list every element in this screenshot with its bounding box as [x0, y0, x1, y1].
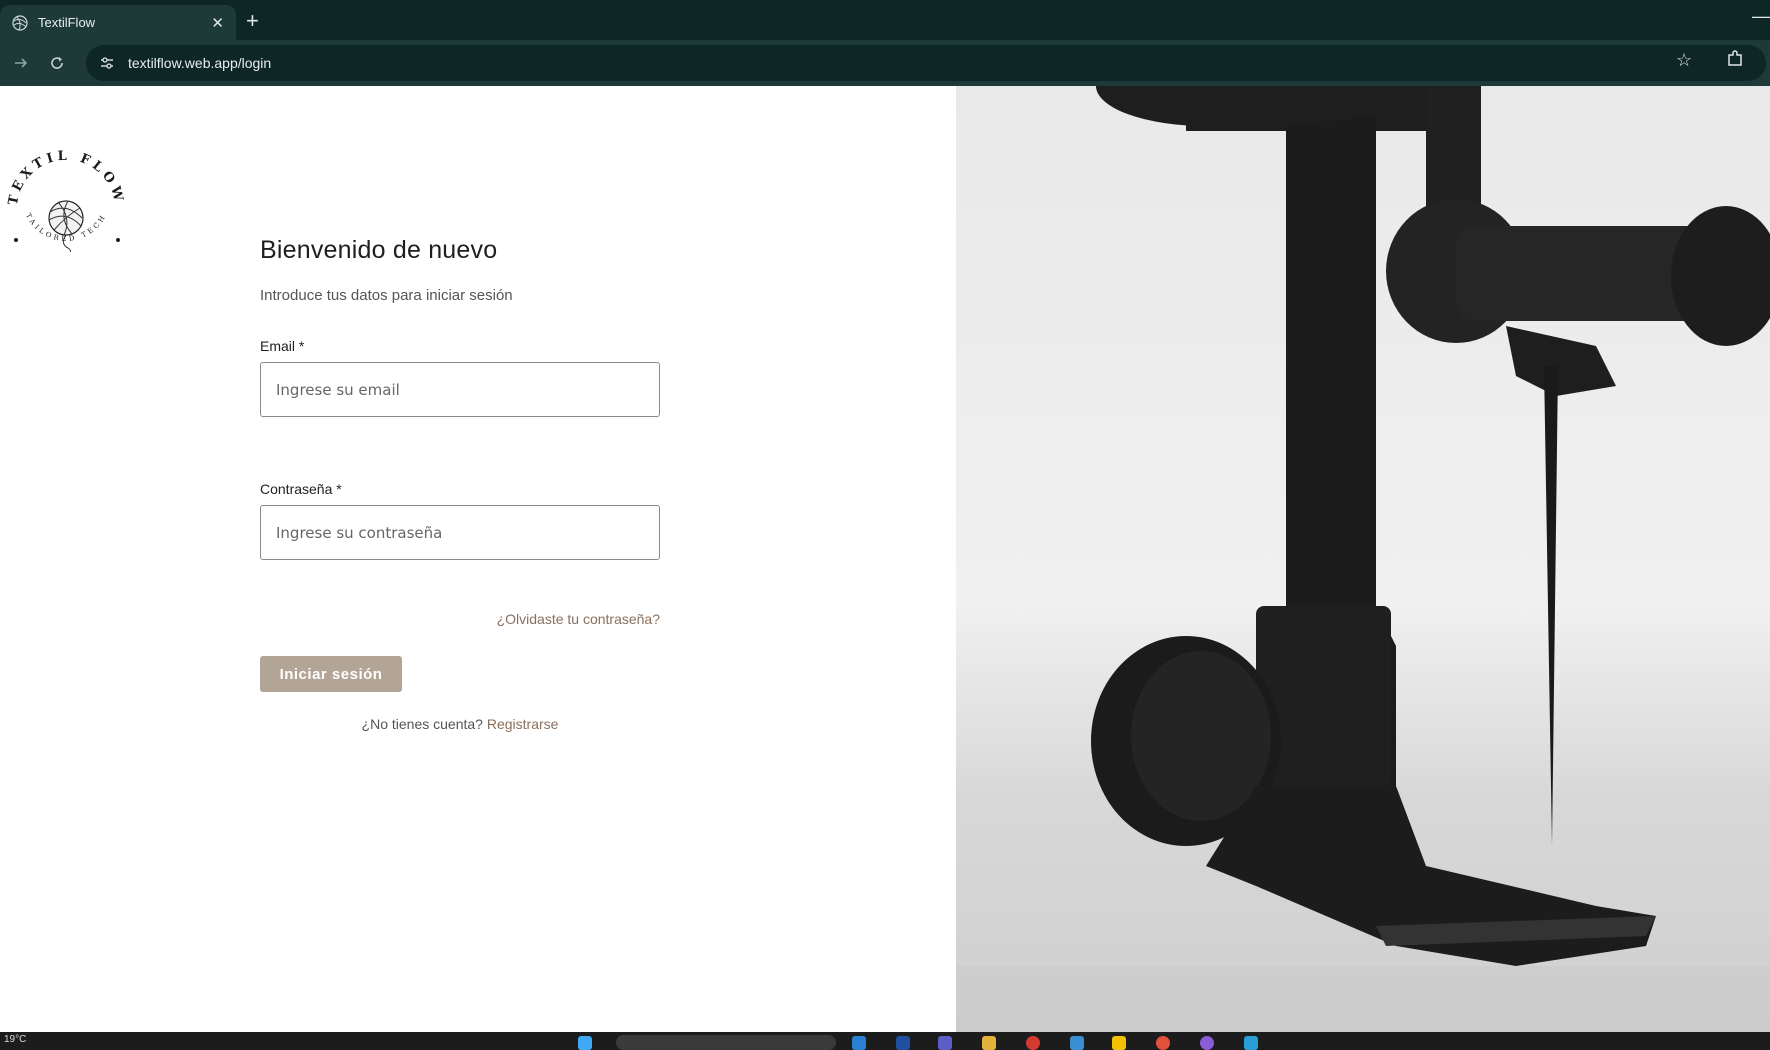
folder-icon[interactable] [982, 1036, 996, 1050]
login-button[interactable]: Iniciar sesión [260, 656, 402, 692]
yarn-ball-favicon-icon [12, 14, 28, 31]
forgot-password-link[interactable]: ¿Olvidaste tu contraseña? [260, 611, 660, 627]
browser-taskbar-icon[interactable] [1156, 1036, 1170, 1050]
tab-title: TextilFlow [38, 15, 96, 30]
taskbar-app-icon[interactable] [896, 1036, 910, 1050]
browser-tab-bar: TextilFlow ✕ + — [0, 0, 1770, 40]
register-prompt: ¿No tienes cuenta? Registrarse [260, 716, 660, 732]
windows-start-icon[interactable] [578, 1036, 592, 1050]
taskbar-app-icon[interactable] [1026, 1036, 1040, 1050]
yarn-ball-icon [48, 200, 84, 257]
taskbar-search[interactable] [616, 1035, 836, 1050]
reload-icon[interactable] [44, 50, 70, 76]
password-input[interactable] [260, 505, 660, 560]
login-page: TEXTIL FLOW TAILORED TECH Bienvenido de … [0, 86, 1770, 1032]
taskbar-app-icon[interactable] [1244, 1036, 1258, 1050]
password-label: Contraseña * [260, 481, 342, 497]
logo-top-text: TEXTIL FLOW [6, 149, 123, 207]
textil-flow-logo: TEXTIL FLOW TAILORED TECH [2, 126, 128, 257]
taskbar-app-icon[interactable] [1200, 1036, 1214, 1050]
login-panel: TEXTIL FLOW TAILORED TECH Bienvenido de … [0, 86, 956, 1032]
site-settings-icon[interactable] [96, 52, 118, 74]
taskbar-app-icon[interactable] [938, 1036, 952, 1050]
url-text: textilflow.web.app/login [128, 55, 272, 71]
email-label-text: Email [260, 338, 296, 354]
no-account-text: ¿No tienes cuenta? [361, 716, 483, 732]
taskbar-app-icon[interactable] [852, 1036, 866, 1050]
tab-close-icon[interactable]: ✕ [211, 14, 224, 32]
email-label: Email * [260, 338, 304, 354]
browser-toolbar: textilflow.web.app/login ☆ [0, 40, 1770, 86]
svg-text:TEXTIL FLOW: TEXTIL FLOW [6, 149, 127, 207]
required-mark: * [336, 481, 342, 497]
minimize-icon[interactable]: — [1752, 6, 1770, 27]
sewing-machine-illustration [956, 86, 1770, 1032]
taskbar-app-icon[interactable] [1070, 1036, 1084, 1050]
browser-tab-active[interactable]: TextilFlow ✕ [0, 5, 236, 40]
new-tab-button[interactable]: + [246, 8, 259, 34]
login-form: Bienvenido de nuevo Introduce tus datos … [260, 236, 660, 732]
required-mark: * [298, 338, 305, 354]
email-input[interactable] [260, 362, 660, 417]
bookmark-star-icon[interactable]: ☆ [1676, 50, 1692, 71]
address-bar[interactable]: textilflow.web.app/login [86, 45, 1766, 81]
extensions-icon[interactable] [1726, 50, 1744, 73]
sewing-machine-photo [956, 86, 1770, 1032]
weather-widget[interactable]: 19°C [4, 1034, 26, 1045]
register-link[interactable]: Registrarse [487, 716, 559, 732]
page-subtitle: Introduce tus datos para iniciar sesión [260, 287, 513, 304]
page-title: Bienvenido de nuevo [260, 236, 498, 264]
forward-arrow-icon[interactable] [8, 50, 34, 76]
os-taskbar: 19°C [0, 1032, 1770, 1050]
taskbar-app-icon[interactable] [1112, 1036, 1126, 1050]
password-label-text: Contraseña [260, 481, 333, 497]
